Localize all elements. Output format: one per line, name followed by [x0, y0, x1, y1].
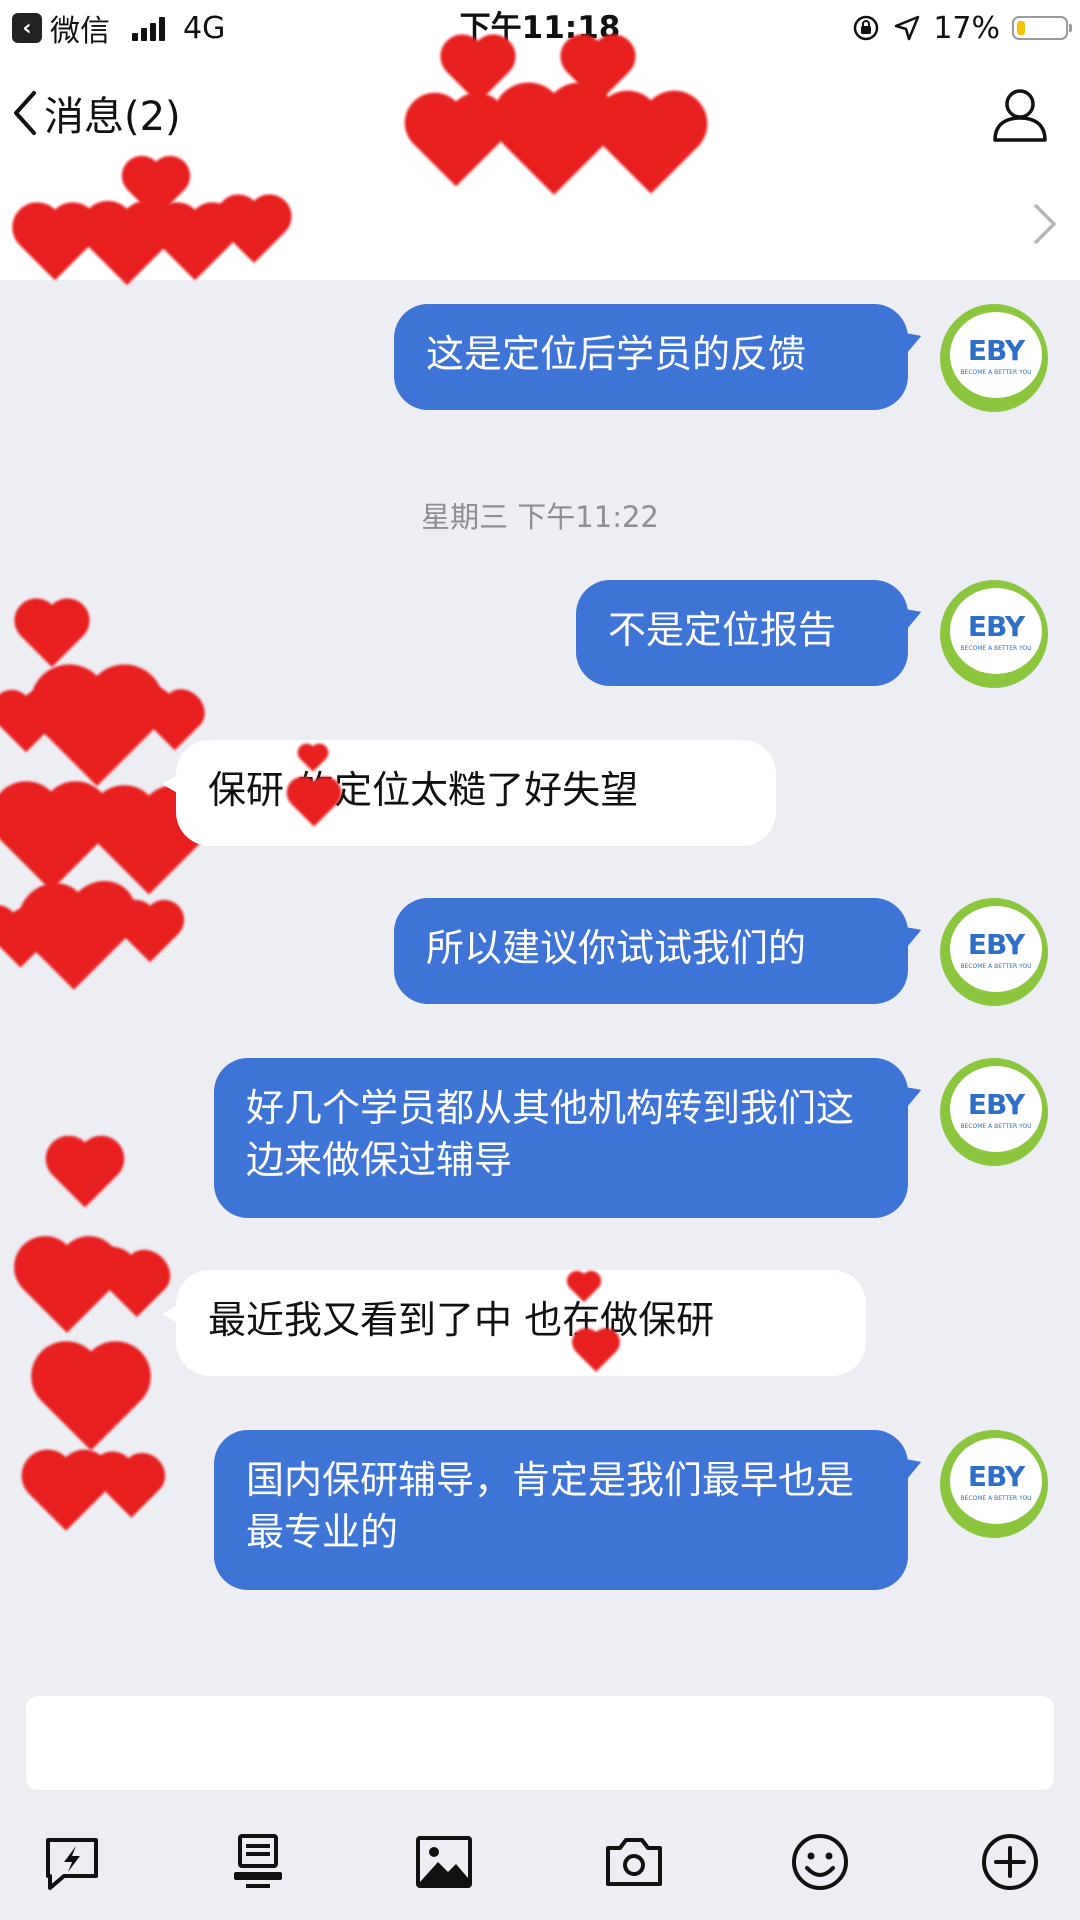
- battery-percent: 17%: [933, 10, 1000, 46]
- composer: [0, 1680, 1080, 1920]
- message-text: 所以建议你试试我们的: [426, 926, 807, 970]
- message-bubble-incoming[interactable]: 保研 的定位太糙了好失望: [162, 740, 776, 846]
- avatar[interactable]: EBY BECOME A BETTER YOU: [940, 1058, 1048, 1166]
- avatar[interactable]: EBY BECOME A BETTER YOU: [940, 898, 1048, 1006]
- camera-icon[interactable]: [602, 1830, 666, 1894]
- message-text: 不是定位报告: [608, 608, 837, 652]
- network-label: 4G: [183, 10, 226, 46]
- back-label[interactable]: 消息(2): [44, 84, 181, 142]
- message-bubble-outgoing[interactable]: 国内保研辅导，肯定是我们最早也是最专业的: [214, 1430, 908, 1590]
- avatar-logo: EBY: [967, 928, 1025, 961]
- chat-area[interactable]: 这是定位后学员的反馈 EBY BECOME A BETTER YOU 星期三 下午…: [0, 280, 1080, 1680]
- avatar-logo: EBY: [967, 334, 1025, 367]
- emoji-icon[interactable]: [788, 1830, 852, 1894]
- avatar[interactable]: EBY BECOME A BETTER YOU: [940, 580, 1048, 688]
- chevron-left-icon: [14, 91, 36, 135]
- status-left: ‹ 微信 4G: [12, 6, 226, 50]
- message-text: 这是定位后学员的反馈: [426, 332, 807, 376]
- message-text: 好几个学员都从其他机构转到我们这边来做保过辅导: [246, 1086, 855, 1182]
- battery-icon: [1012, 16, 1072, 40]
- back-to-app-icon[interactable]: ‹: [12, 13, 42, 43]
- image-icon[interactable]: [412, 1830, 476, 1894]
- timestamp: 星期三 下午11:22: [421, 500, 659, 534]
- message-bubble-outgoing[interactable]: 不是定位报告: [576, 580, 908, 686]
- message-text: 保研 的定位太糙了好失望: [208, 768, 639, 812]
- status-right: 17%: [851, 8, 1072, 48]
- status-bar: ‹ 微信 4G 下午11:18 17%: [0, 0, 1080, 56]
- avatar-logo: EBY: [967, 1088, 1025, 1121]
- person-icon[interactable]: [990, 84, 1050, 144]
- flash-message-icon[interactable]: [40, 1830, 104, 1894]
- nav-bar: 消息(2): [0, 40, 1080, 286]
- plus-icon[interactable]: [978, 1830, 1042, 1894]
- back-button[interactable]: 消息(2): [10, 78, 181, 148]
- avatar-logo: EBY: [967, 610, 1025, 643]
- avatar-tagline: BECOME A BETTER YOU: [960, 1123, 1032, 1130]
- back-app-label[interactable]: 微信: [50, 6, 110, 50]
- avatar-tagline: BECOME A BETTER YOU: [960, 963, 1032, 970]
- composer-toolbar: [0, 1810, 1080, 1920]
- avatar-tagline: BECOME A BETTER YOU: [960, 369, 1032, 376]
- censored-contact-name: [410, 40, 740, 206]
- message-bubble-outgoing[interactable]: 这是定位后学员的反馈: [394, 304, 908, 410]
- location-icon: [895, 15, 920, 41]
- chat-screen: ‹ 微信 4G 下午11:18 17% 消息(2) 这是定位后学员的反馈 EBY…: [0, 0, 1080, 1920]
- message-text: 国内保研辅导，肯定是我们最早也是最专业的: [246, 1458, 855, 1554]
- desktop-icon[interactable]: [226, 1830, 290, 1894]
- message-bubble-outgoing[interactable]: 所以建议你试试我们的: [394, 898, 908, 1004]
- orientation-lock-icon: [854, 15, 879, 41]
- signal-icon: [132, 15, 165, 41]
- message-bubble-incoming[interactable]: 最近我又看到了中 也在做保研: [162, 1270, 866, 1376]
- avatar[interactable]: EBY BECOME A BETTER YOU: [940, 1430, 1048, 1538]
- avatar[interactable]: EBY BECOME A BETTER YOU: [940, 304, 1048, 412]
- message-bubble-outgoing[interactable]: 好几个学员都从其他机构转到我们这边来做保过辅导: [214, 1058, 908, 1218]
- chevron-right-icon[interactable]: [1032, 202, 1058, 246]
- avatar-logo: EBY: [967, 1460, 1025, 1493]
- battery-fill: [1017, 21, 1025, 35]
- censored-subtitle: [19, 161, 300, 286]
- avatar-tagline: BECOME A BETTER YOU: [960, 645, 1032, 652]
- avatar-tagline: BECOME A BETTER YOU: [960, 1495, 1032, 1502]
- message-input[interactable]: [26, 1696, 1054, 1790]
- censored-avatar: [10, 1130, 170, 1531]
- message-text: 最近我又看到了中 也在做保研: [208, 1298, 715, 1342]
